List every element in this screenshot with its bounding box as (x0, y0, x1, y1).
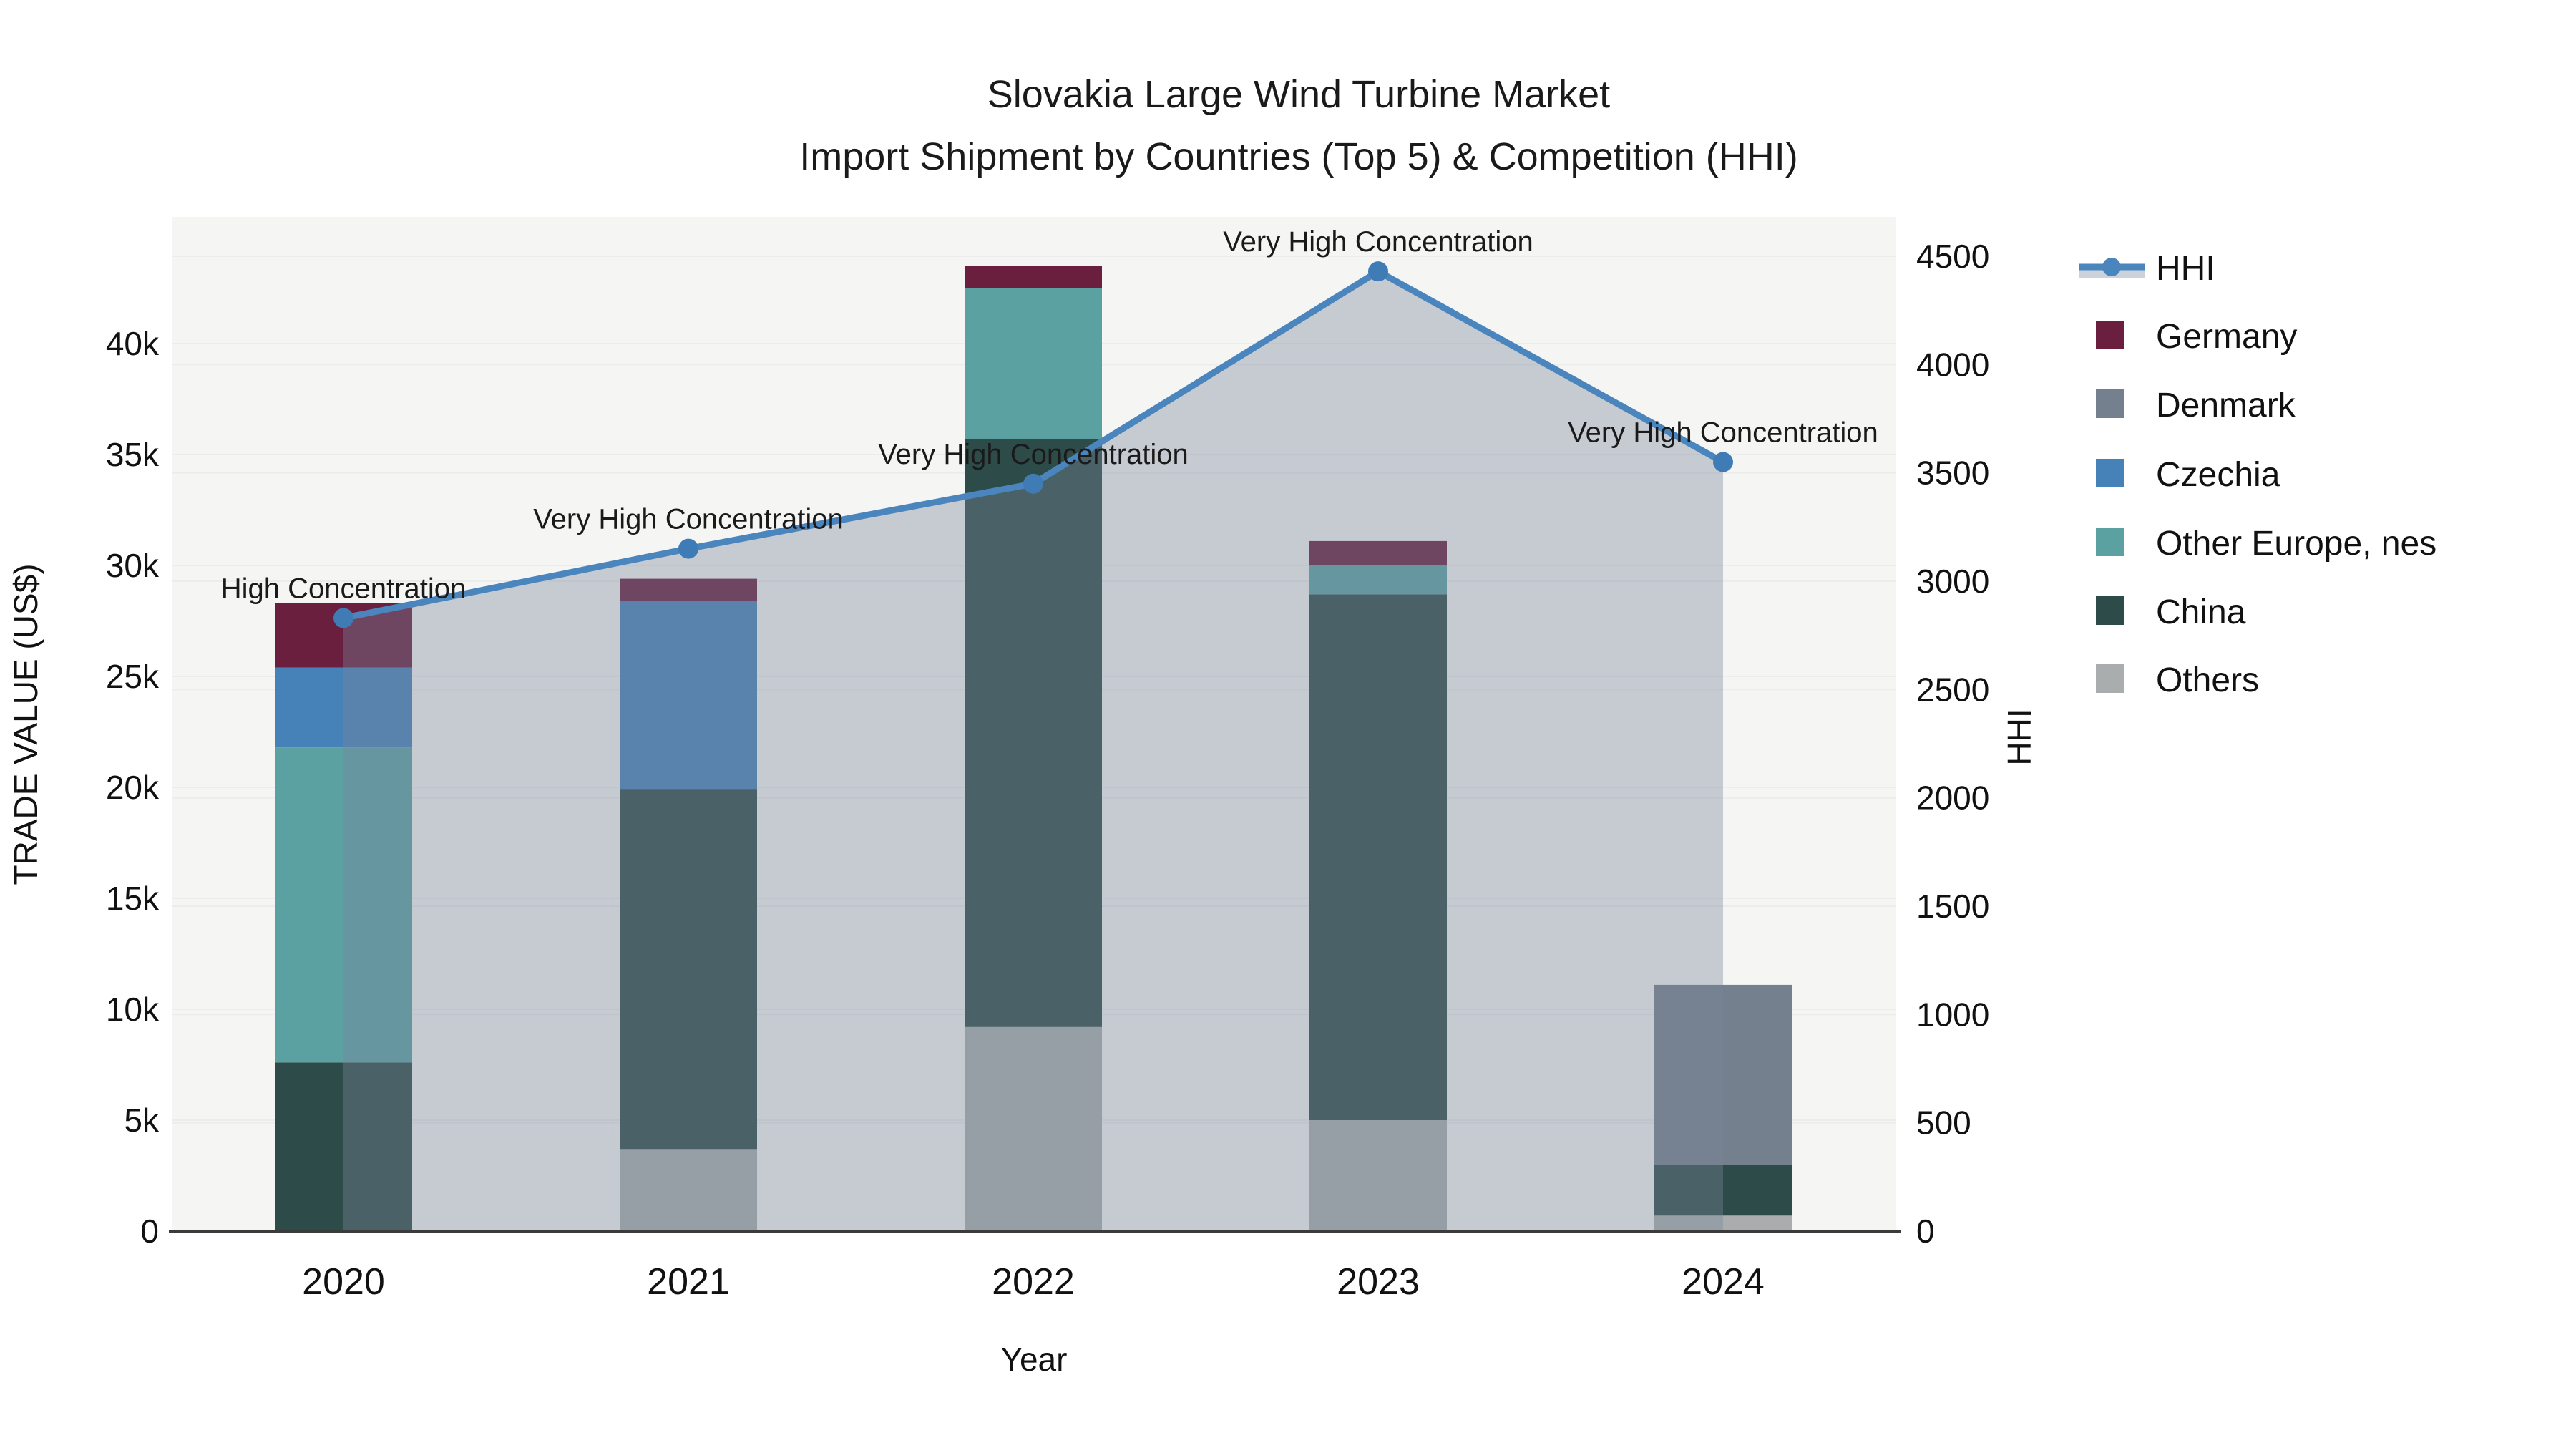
annotation-2022: Very High Concentration (878, 439, 1189, 470)
y-axis-right-title: HHI (2001, 709, 2038, 765)
legend-item-czechia[interactable]: Czechia (2096, 456, 2280, 494)
y-right-tick-1500: 1500 (1916, 888, 1989, 925)
y-left-tick-35k: 35k (106, 436, 160, 473)
y-right-tick-3000: 3000 (1916, 563, 1989, 600)
y-right-tick-3500: 3500 (1916, 455, 1989, 492)
legend-color-swatch (2096, 596, 2124, 625)
chart-figure: High Concentration Very High Concentratio… (0, 0, 2576, 1449)
x-tick-2024: 2024 (1682, 1261, 1765, 1303)
legend-label: Other Europe, nes (2156, 525, 2436, 563)
y-right-tick-500: 500 (1916, 1104, 1971, 1142)
legend-color-swatch (2096, 459, 2124, 487)
legend-label: Czechia (2156, 456, 2280, 494)
annotation-2023: Very High Concentration (1223, 226, 1533, 258)
legend-item-hhi[interactable]: HHI (2079, 250, 2215, 288)
legend-label: Denmark (2156, 387, 2296, 424)
x-tick-2021: 2021 (647, 1261, 730, 1303)
hhi-marker-2022[interactable] (1023, 473, 1043, 494)
hhi-marker-2023[interactable] (1368, 261, 1388, 282)
y-right-tick-2000: 2000 (1916, 779, 1989, 817)
legend-color-swatch (2096, 321, 2124, 349)
x-tick-2023: 2023 (1337, 1261, 1420, 1303)
y-right-tick-4000: 4000 (1916, 346, 1989, 383)
y-left-tick-0: 0 (140, 1213, 159, 1250)
legend-label: China (2156, 593, 2246, 631)
y-left-tick-5k: 5k (124, 1102, 160, 1139)
x-axis-ticks: 2020 2021 2022 2023 2024 (302, 1261, 1765, 1303)
y-left-tick-20k: 20k (106, 769, 160, 806)
x-tick-2020: 2020 (302, 1261, 385, 1303)
legend-color-swatch (2096, 664, 2124, 693)
y-axis-left-ticks: 0 5k 10k 15k 20k 25k 30k 35k 40k (106, 325, 160, 1250)
bar-segment-2022-other-europe-nes[interactable] (965, 288, 1102, 439)
y-left-tick-30k: 30k (106, 547, 160, 584)
legend: HHI Germany Denmark Czechia Other Europe, ne… (2079, 250, 2436, 699)
legend-item-other-europe-nes[interactable]: Other Europe, nes (2096, 525, 2436, 563)
chart-title-line1: Slovakia Large Wind Turbine Market (987, 73, 1610, 116)
hhi-marker-2020[interactable] (333, 608, 353, 628)
hhi-marker-2024[interactable] (1713, 452, 1733, 472)
legend-item-others[interactable]: Others (2096, 661, 2259, 699)
legend-label: Others (2156, 661, 2259, 699)
y-right-tick-2500: 2500 (1916, 671, 1989, 708)
chart-title-line2: Import Shipment by Countries (Top 5) & C… (799, 135, 1798, 178)
chart-canvas: High Concentration Very High Concentratio… (7, 73, 2436, 1378)
annotation-2020: High Concentration (221, 573, 466, 604)
x-tick-2022: 2022 (992, 1261, 1075, 1303)
y-axis-left-title: TRADE VALUE (US$) (7, 563, 44, 885)
y-right-tick-4500: 4500 (1916, 238, 1989, 275)
legend-item-china[interactable]: China (2096, 593, 2246, 631)
y-left-tick-40k: 40k (106, 325, 160, 362)
x-axis-title: Year (1001, 1341, 1068, 1378)
legend-color-swatch (2096, 389, 2124, 418)
legend-item-germany[interactable]: Germany (2096, 318, 2297, 356)
y-right-tick-0: 0 (1916, 1213, 1935, 1250)
y-left-tick-10k: 10k (106, 991, 160, 1028)
bar-segment-2022-germany[interactable] (965, 266, 1102, 288)
annotation-2024: Very High Concentration (1568, 417, 1878, 449)
y-axis-right-ticks: 0 500 1000 1500 2000 2500 3000 3500 4000 4500 (1916, 238, 1989, 1250)
y-right-tick-1000: 1000 (1916, 996, 1989, 1033)
legend-label: HHI (2156, 250, 2215, 288)
legend-label: Germany (2156, 318, 2297, 356)
legend-hhi-marker-icon (2102, 258, 2121, 276)
hhi-marker-2021[interactable] (678, 538, 698, 559)
legend-item-denmark[interactable]: Denmark (2096, 387, 2296, 424)
y-left-tick-25k: 25k (106, 658, 160, 695)
y-left-tick-15k: 15k (106, 880, 160, 917)
annotation-2021: Very High Concentration (533, 504, 844, 535)
legend-color-swatch (2096, 528, 2124, 556)
